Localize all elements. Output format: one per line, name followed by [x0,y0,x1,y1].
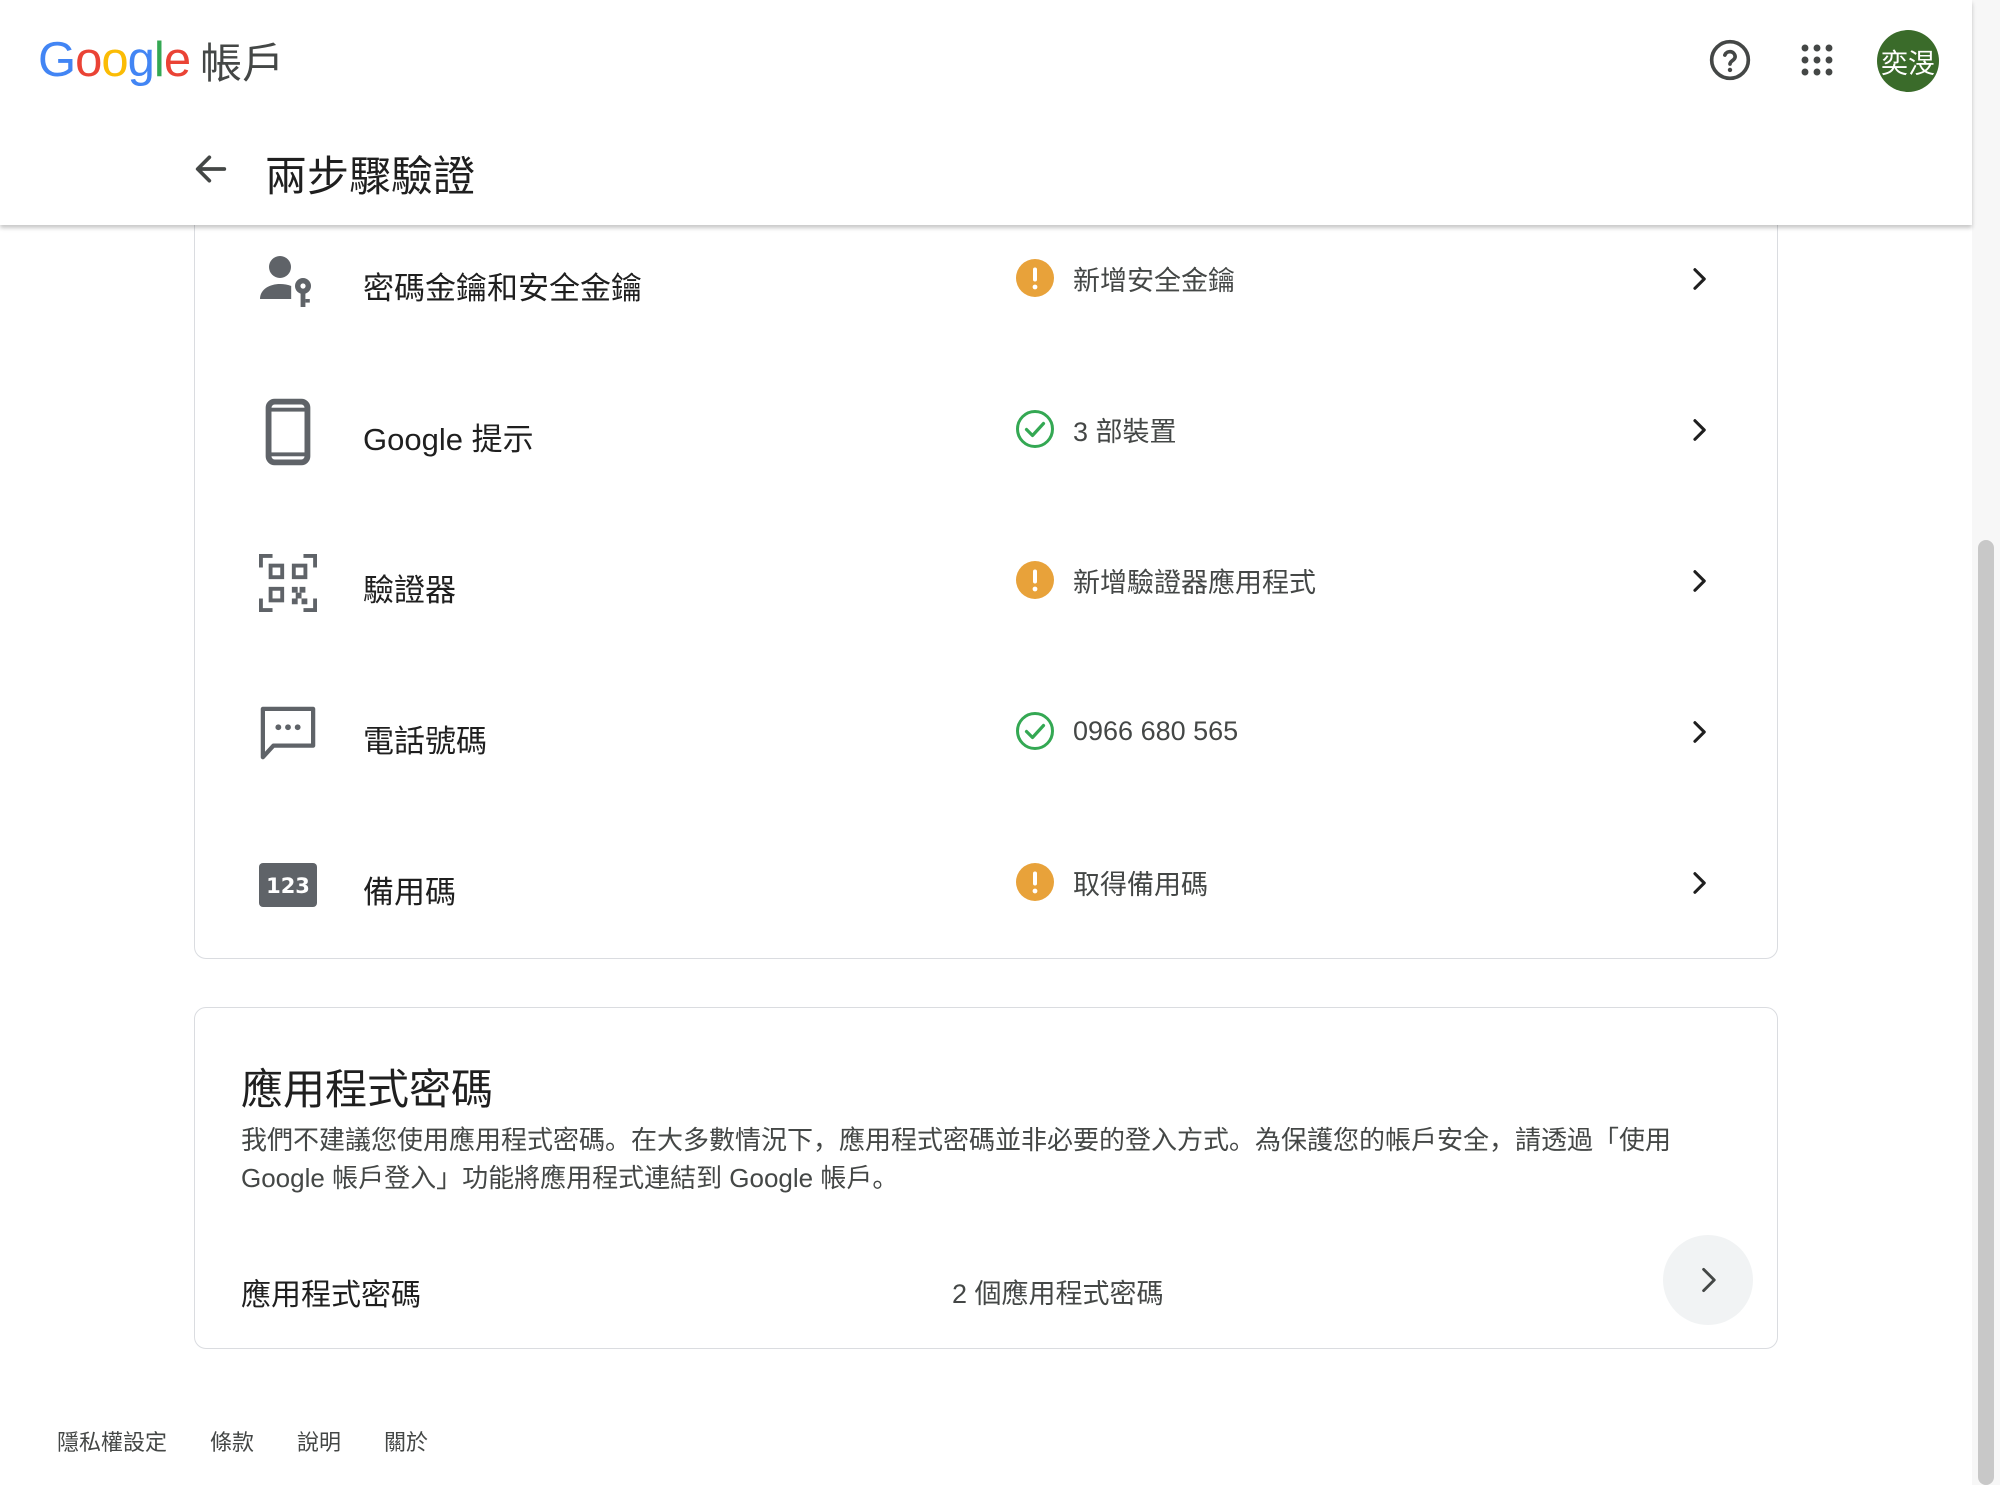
app-passwords-card: 應用程式密碼 我們不建議您使用應用程式密碼。在大多數情況下，應用程式密碼並非必要… [194,1007,1778,1349]
help-button[interactable] [1700,30,1760,90]
chevron-right-icon [1681,261,1717,297]
app-passwords-row-label: 應用程式密碼 [241,1279,421,1312]
method-status: 取得備用碼 [1015,862,1208,902]
warning-icon [1015,560,1055,600]
logo-letter: e [163,33,191,87]
method-status: 0966 680 565 [1015,711,1238,751]
method-label: 驗證器 [363,573,456,608]
svg-text:123: 123 [266,874,310,898]
method-row-backup-codes[interactable]: 123 備用碼 取得備用碼 [195,812,1777,962]
warning-icon [1015,258,1055,298]
method-status: 新增安全金鑰 [1015,258,1235,298]
logo-letter: o [101,33,128,87]
check-circle-icon [1015,711,1055,751]
footer-link-about[interactable]: 關於 [384,1425,428,1457]
sms-icon [257,703,319,765]
warning-icon [1015,862,1055,902]
second-steps-card: 密碼金鑰和安全金鑰 新增安全金鑰 Google 提示 3 部裝置 驗證器 新增驗… [194,150,1778,959]
check-circle-icon [1015,409,1055,449]
logo-letter: o [75,33,102,87]
method-label: 備用碼 [363,875,456,910]
chevron-right-icon [1681,865,1717,901]
help-circle-icon [1709,39,1751,81]
google-account-logo[interactable]: Google 帳戶 [38,30,284,90]
top-app-bar: Google 帳戶 奕渂 兩步驟驗證 [0,0,1972,225]
method-label: 密碼金鑰和安全金鑰 [363,271,642,306]
method-status: 3 部裝置 [1015,409,1177,449]
phone-icon [257,398,319,466]
footer-link-privacy[interactable]: 隱私權設定 [57,1425,167,1457]
chevron-right-icon [1681,563,1717,599]
app-passwords-count: 2 個應用程式密碼 [952,1279,1164,1309]
logo-letter: g [127,33,155,87]
logo-letter: G [38,33,76,87]
product-name: 帳戶 [200,39,285,87]
method-status: 新增驗證器應用程式 [1015,560,1316,600]
method-label: Google 提示 [363,422,534,457]
apps-grid-icon [1801,44,1833,76]
app-passwords-description: 我們不建議您使用應用程式密碼。在大多數情況下，應用程式密碼並非必要的登入方式。為… [241,1125,1672,1193]
google-logo: Google [38,32,191,88]
chevron-right-icon [1702,1267,1716,1293]
page-title: 兩步驟驗證 [265,153,476,200]
method-row-phone-number[interactable]: 電話號碼 0966 680 565 [195,661,1777,811]
method-status-text: 新增驗證器應用程式 [1073,567,1316,598]
back-button[interactable] [186,144,236,194]
method-status-text: 0966 680 565 [1073,715,1239,746]
scrollbar-thumb[interactable] [1978,540,1994,1485]
google-apps-button[interactable] [1787,30,1847,90]
chevron-right-icon [1681,412,1717,448]
account-avatar[interactable]: 奕渂 [1877,30,1939,92]
logo-letter: l [153,33,165,87]
method-row-authenticator[interactable]: 驗證器 新增驗證器應用程式 [195,510,1777,660]
app-passwords-open-button[interactable] [1663,1235,1753,1325]
method-row-google-prompt[interactable]: Google 提示 3 部裝置 [195,359,1777,509]
footer-link-terms[interactable]: 條款 [210,1425,254,1457]
method-row-passkeys[interactable]: 密碼金鑰和安全金鑰 新增安全金鑰 [195,208,1777,358]
method-label: 電話號碼 [363,724,487,759]
app-passwords-title: 應用程式密碼 [241,1066,494,1113]
method-status-text: 取得備用碼 [1073,869,1208,900]
passkey-icon [257,250,319,312]
footer: 隱私權設定 條款 說明 關於 [57,1425,471,1457]
method-status-text: 新增安全金鑰 [1073,265,1235,296]
chevron-right-icon [1681,714,1717,750]
qr-code-icon [257,552,319,614]
backup-codes-icon: 123 [257,854,319,916]
arrow-back-icon [195,155,227,183]
footer-link-help[interactable]: 說明 [297,1425,341,1457]
method-status-text: 3 部裝置 [1073,416,1177,447]
